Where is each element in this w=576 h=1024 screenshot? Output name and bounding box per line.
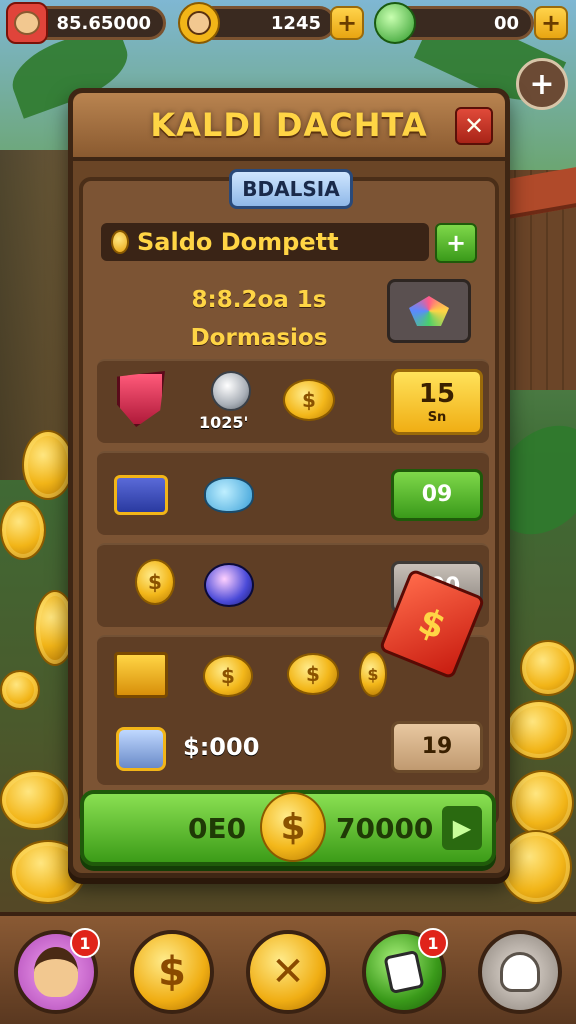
panel-header: KALDI DACHTA ✕	[73, 93, 505, 161]
plus-icon: +	[445, 229, 467, 257]
add-gems-button[interactable]: +	[534, 6, 568, 40]
coin-pile-coin	[0, 670, 40, 710]
character-badge-icon	[178, 2, 220, 44]
panel-title: KALDI DACHTA	[150, 106, 428, 144]
collect-button[interactable]: 0E0 $ 70000 ▶	[80, 790, 496, 866]
info-line-2: Dormasios	[190, 325, 328, 351]
coin-icon	[111, 230, 129, 254]
saldo-add-button[interactable]: +	[435, 223, 477, 263]
play-arrow-icon: ▶	[442, 806, 482, 850]
cross-icon: ✕	[271, 949, 305, 995]
coin-pile-coin	[510, 770, 574, 836]
purple-gem-orb-icon	[201, 557, 257, 613]
gold-coin-icon: $	[359, 651, 387, 697]
close-button[interactable]: ✕	[455, 107, 493, 145]
saldo-bar: Saldo Dompett	[101, 223, 429, 261]
gem-cluster-icon	[409, 296, 449, 326]
coin-pile-coin	[0, 770, 70, 830]
coins-value: 85.65000	[56, 12, 151, 34]
coin-pile-coin	[500, 830, 572, 904]
row-sub-value: 1025'	[199, 413, 249, 432]
collect-left-text: 0E0	[188, 812, 247, 845]
top-resource-bar: 85.65000 1245 + 00 +	[0, 0, 576, 50]
gold-coin-icon: $	[283, 379, 335, 421]
avatar-icon	[34, 947, 78, 997]
coin-jar-icon	[113, 721, 169, 777]
nav-shop-button[interactable]: 1	[362, 928, 448, 1014]
section-tab[interactable]: BDALSIA	[229, 169, 353, 209]
medal-coin-icon: $	[135, 559, 175, 605]
level-value: 1245	[270, 12, 321, 34]
coin-pile-coin	[22, 430, 74, 500]
panel-content: BDALSIA Saldo Dompett + 8:8.2oa 1s Dorma…	[79, 169, 499, 827]
ticket-card-icon	[113, 467, 169, 523]
coin-pile-coin	[520, 640, 576, 696]
big-coin-icon: $	[260, 792, 326, 862]
gems-value: 00	[493, 12, 519, 34]
side-add-button[interactable]: +	[516, 58, 568, 110]
collect-amount: 70000	[336, 812, 434, 845]
notification-badge: 1	[70, 928, 100, 958]
jungle-hut-left	[0, 150, 70, 480]
shop-row[interactable]: 09	[97, 451, 489, 535]
info-text: 8:8.2oa 1s Dormasios	[149, 281, 369, 357]
notification-badge: 1	[418, 928, 448, 958]
silver-coin-icon	[211, 371, 251, 411]
buy-button-1[interactable]: 15 Sn	[391, 369, 483, 435]
bottom-nav: 1 $ ✕ 1	[0, 912, 576, 1024]
ghost-face-icon	[500, 952, 540, 992]
treasure-chest-icon	[113, 647, 169, 703]
shop-row[interactable]: 1025' $ 15 Sn	[97, 359, 489, 443]
coin-pile-coin	[0, 500, 46, 560]
gem-bundle-button[interactable]	[387, 279, 471, 343]
player-face-icon[interactable]	[6, 2, 48, 44]
add-level-button[interactable]: +	[330, 6, 364, 40]
nav-close-button[interactable]: ✕	[246, 930, 330, 1014]
nav-friend-button[interactable]	[478, 930, 562, 1014]
bundle-amount: $:000	[183, 733, 260, 761]
buy-button-4[interactable]: 19	[391, 721, 483, 773]
nav-coins-button[interactable]: $	[130, 930, 214, 1014]
gold-coin-icon: $	[203, 655, 253, 697]
wallet-panel: KALDI DACHTA ✕ BDALSIA Saldo Dompett + 8…	[68, 88, 510, 878]
nav-profile-button[interactable]: 1	[14, 928, 100, 1014]
blue-gem-pouch-icon	[201, 467, 257, 523]
green-gem-icon	[374, 2, 416, 44]
saldo-label: Saldo Dompett	[137, 228, 339, 256]
shop-bag-icon	[383, 949, 425, 995]
red-shield-icon	[113, 371, 169, 427]
dollar-coin-icon: $	[158, 949, 186, 995]
info-line-1: 8:8.2oa 1s	[191, 287, 327, 313]
coin-pile-coin	[505, 700, 573, 760]
close-icon: ✕	[463, 112, 485, 140]
buy-button-2[interactable]: 09	[391, 469, 483, 521]
coin-stack-icon: $	[287, 653, 339, 695]
